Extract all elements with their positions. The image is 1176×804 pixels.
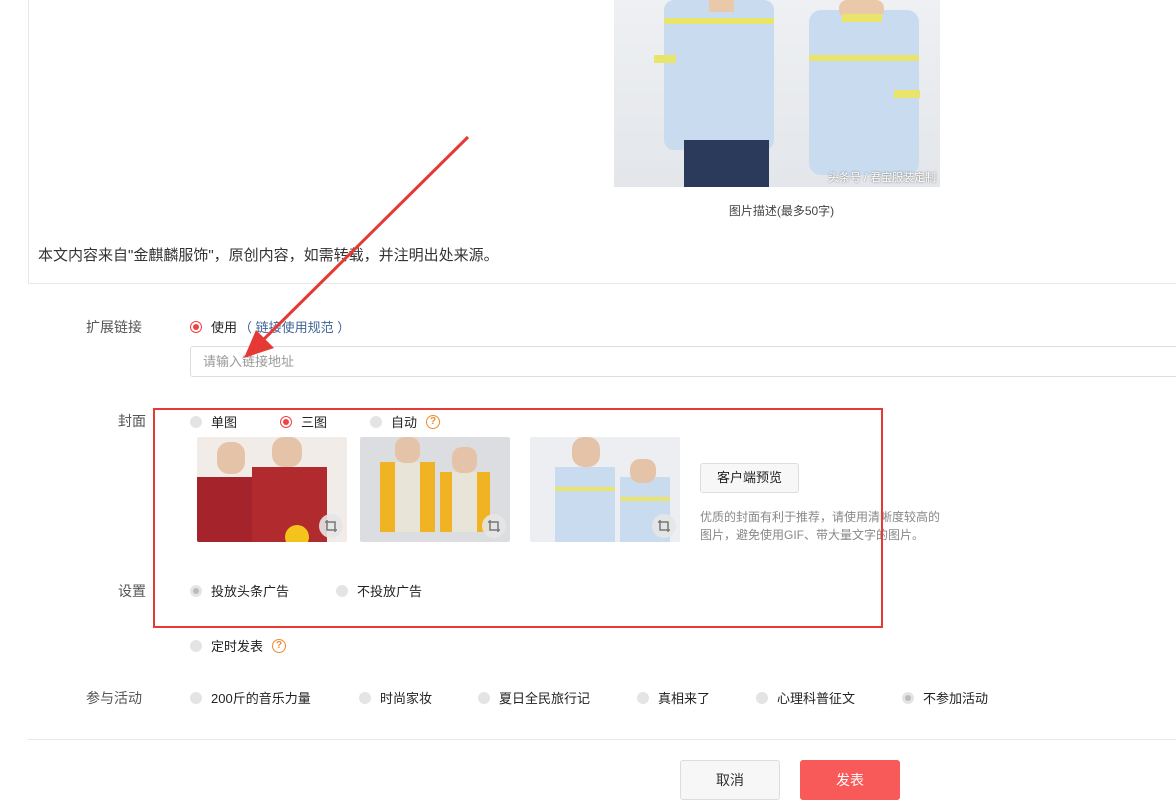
annotation-arrow-icon bbox=[244, 135, 470, 358]
